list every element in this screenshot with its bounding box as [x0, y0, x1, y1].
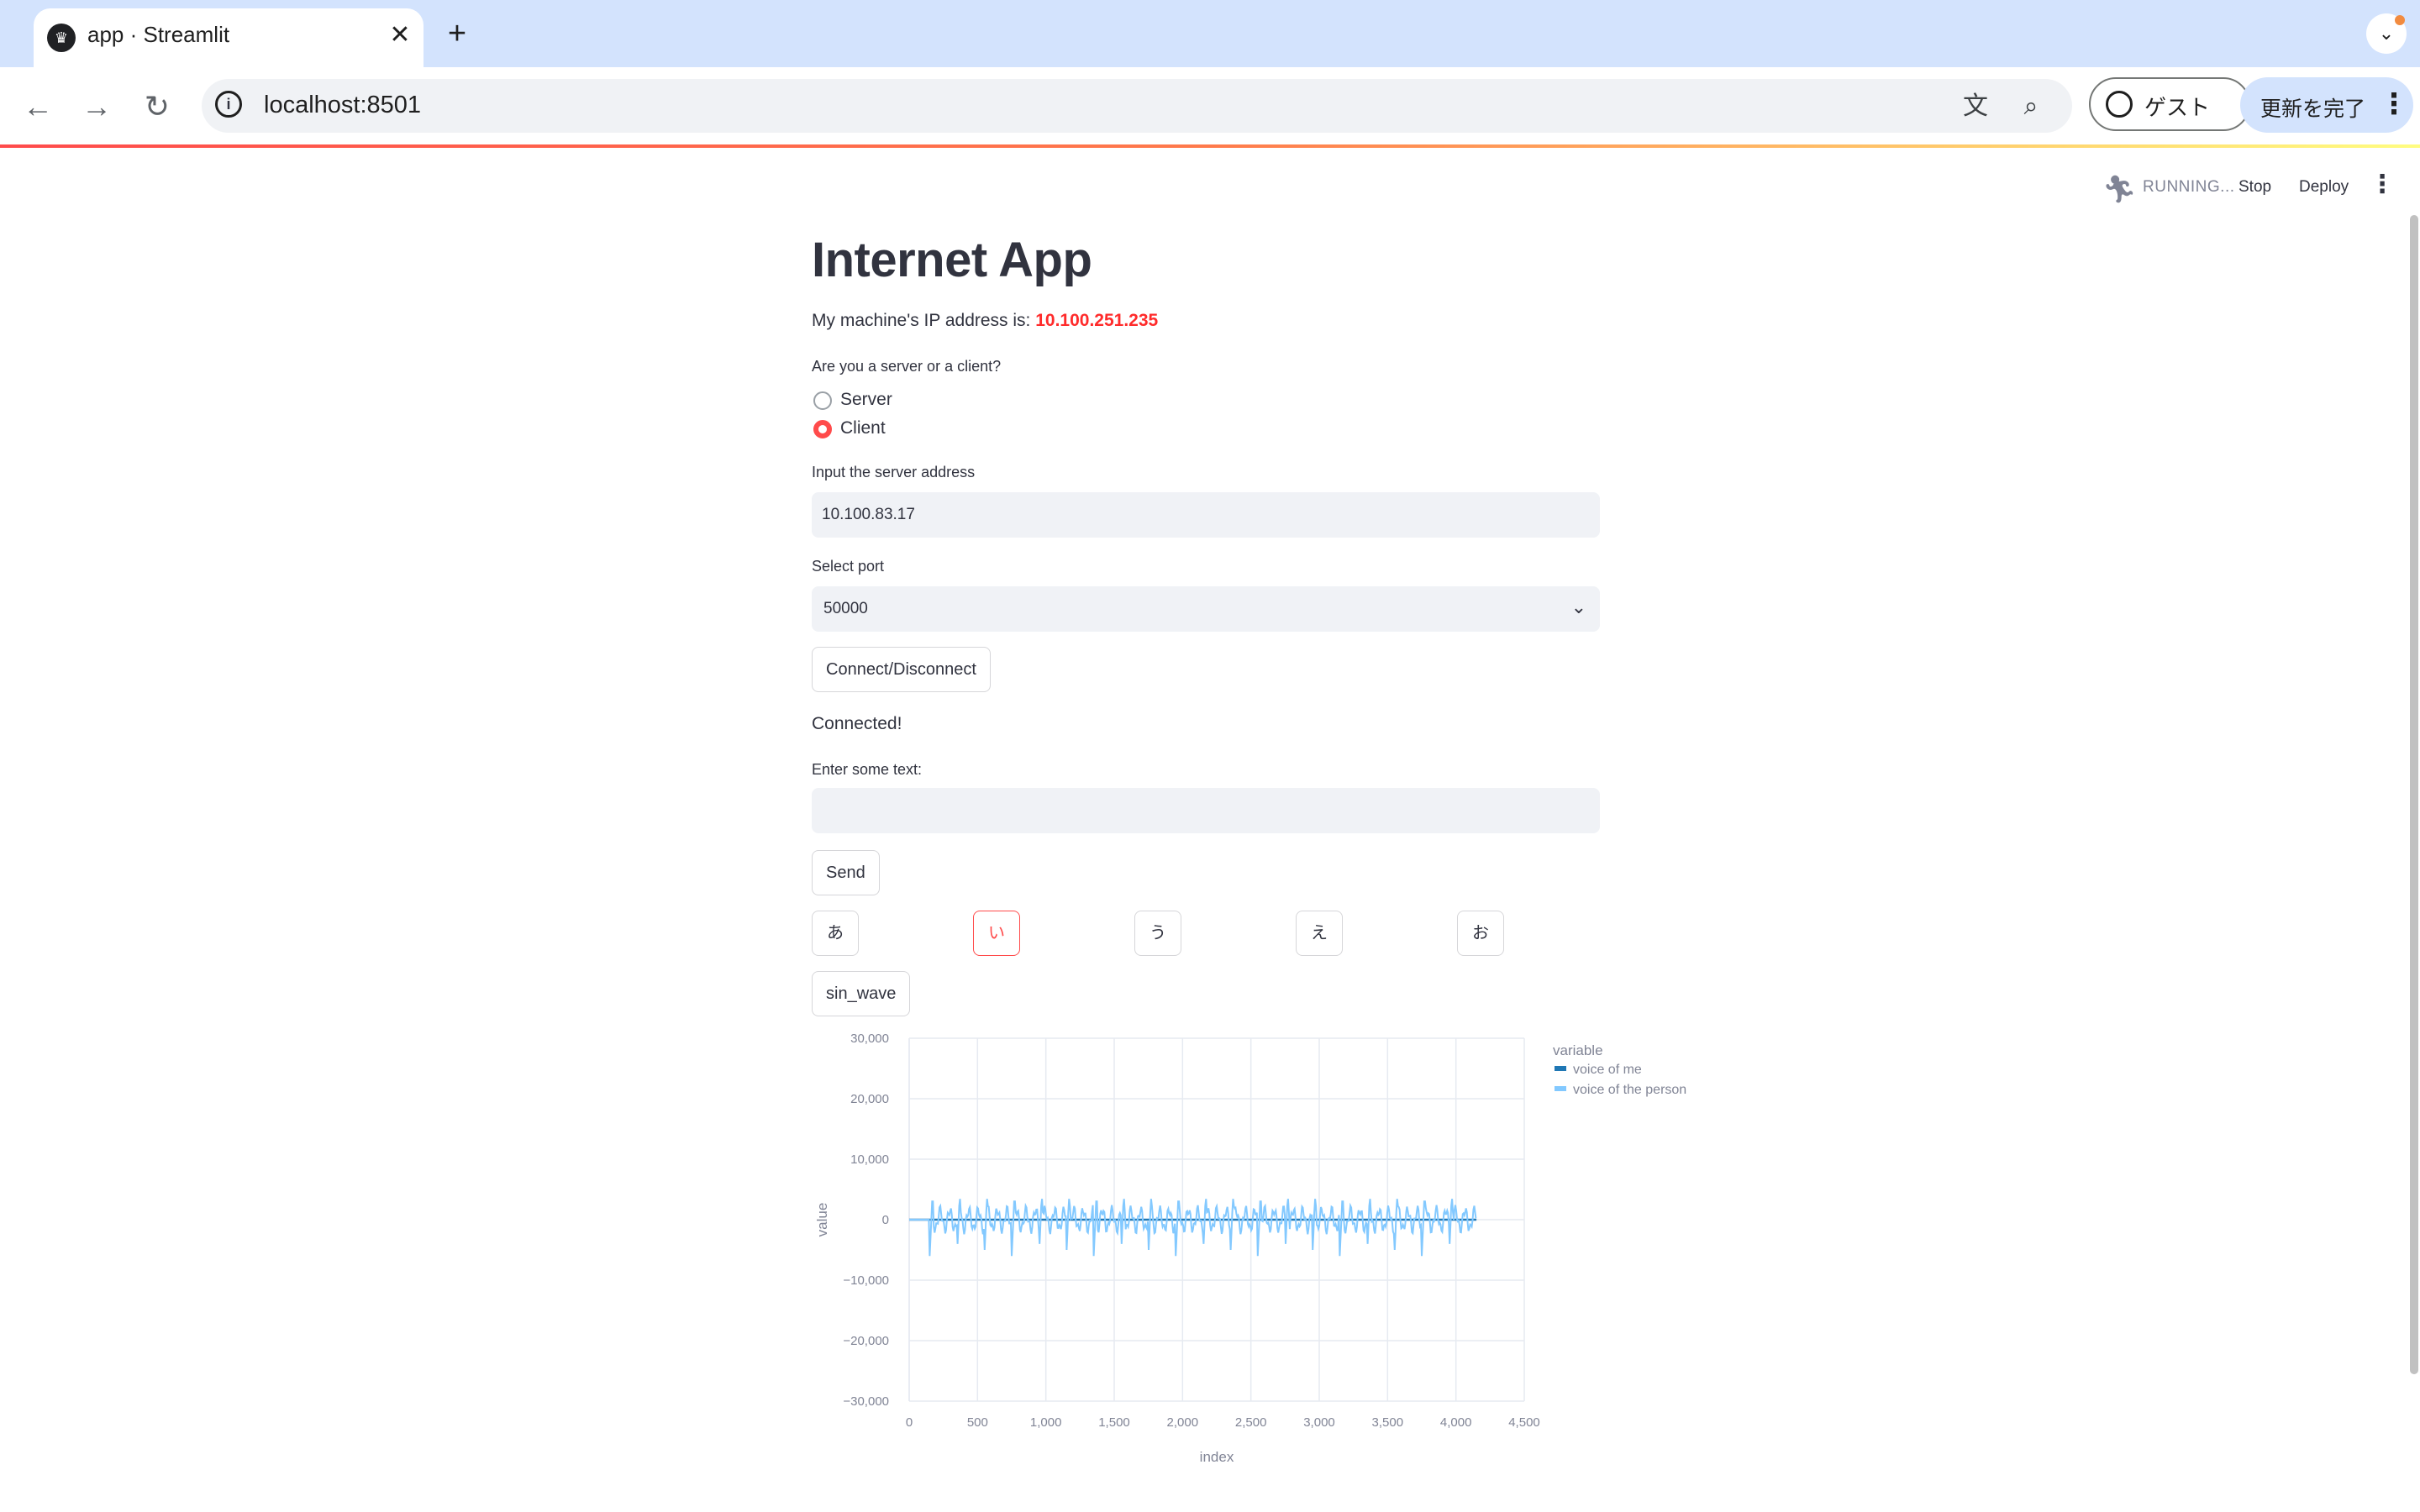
- legend-label-voice-of-the-person: voice of the person: [1573, 1083, 1686, 1097]
- update-label: 更新を完了: [2260, 97, 2366, 121]
- y-tick-label: −20,000: [843, 1334, 889, 1348]
- close-tab-icon[interactable]: ✕: [383, 18, 417, 52]
- tab-search-icon[interactable]: ⌄: [2366, 13, 2407, 54]
- guest-label: ゲスト: [2144, 95, 2211, 120]
- streamlit-header: 🏃︎ RUNNING... Stop Deploy ⋮: [0, 148, 2420, 223]
- radio-client-label[interactable]: Client: [840, 418, 886, 438]
- x-tick-label: 1,000: [1030, 1415, 1062, 1430]
- series-line-voice-of-the-person: [909, 1199, 1477, 1257]
- legend-label-voice-of-me: voice of me: [1573, 1063, 1642, 1077]
- address-url[interactable]: localhost:8501: [264, 92, 421, 119]
- x-tick-label: 0: [906, 1415, 913, 1430]
- port-label: Select port: [812, 558, 885, 575]
- reload-icon[interactable]: ↻: [136, 86, 178, 128]
- translate-icon[interactable]: 文: [1960, 91, 1991, 123]
- radio-client-circle[interactable]: [813, 420, 832, 438]
- ip-address-value: 10.100.251.235: [1035, 311, 1159, 330]
- x-tick-label: 3,000: [1303, 1415, 1335, 1430]
- new-tab-icon[interactable]: +: [437, 15, 477, 52]
- y-tick-label: 30,000: [850, 1032, 889, 1046]
- radio-server-label[interactable]: Server: [840, 390, 892, 410]
- kana-button-i[interactable]: い: [973, 911, 1020, 956]
- running-status: RUNNING...: [2143, 178, 2235, 196]
- browser-tab-strip: ♛ app · Streamlit ✕ + ⌄: [0, 0, 2420, 67]
- x-tick-label: 2,000: [1167, 1415, 1199, 1430]
- profile-guest-button[interactable]: ゲスト: [2089, 77, 2250, 131]
- y-tick-label: −10,000: [843, 1273, 889, 1288]
- zoom-icon[interactable]: ⌕: [2015, 91, 2047, 123]
- streamlit-favicon-icon: ♛: [47, 24, 76, 52]
- sin-wave-button[interactable]: sin_wave: [812, 971, 911, 1016]
- stop-button[interactable]: Stop: [2238, 178, 2271, 197]
- y-tick-label: 20,000: [850, 1092, 889, 1106]
- send-button[interactable]: Send: [812, 850, 880, 895]
- back-arrow-icon[interactable]: ←: [17, 86, 59, 128]
- port-select[interactable]: 50000 ⌄: [812, 586, 1600, 632]
- x-tick-label: 1,500: [1098, 1415, 1130, 1430]
- legend-swatch-voice-of-me: [1555, 1066, 1566, 1071]
- legend-title: variable: [1553, 1042, 1603, 1058]
- y-tick-label: −30,000: [843, 1394, 889, 1409]
- waveform-chart[interactable]: 0 500 1,000 1,500 2,000 2,500 3,000 3,500 4,000 4…: [812, 1030, 1736, 1467]
- running-man-icon: 🏃︎: [2102, 174, 2137, 204]
- profile-avatar-icon: [2106, 91, 2133, 118]
- connection-status: Connected!: [812, 714, 902, 733]
- ip-prefix: My machine's IP address is:: [812, 311, 1036, 330]
- message-input[interactable]: [812, 788, 1600, 833]
- browser-tab[interactable]: ♛ app · Streamlit ✕: [34, 8, 424, 67]
- kana-button-e[interactable]: え: [1296, 911, 1343, 956]
- page-title: Internet App: [812, 233, 1092, 287]
- kana-button-a[interactable]: あ: [812, 911, 859, 956]
- x-tick-label: 4,000: [1440, 1415, 1472, 1430]
- x-tick-label: 500: [967, 1415, 988, 1430]
- forward-arrow-icon[interactable]: →: [76, 86, 118, 128]
- kana-button-u[interactable]: う: [1134, 911, 1181, 956]
- radio-server-circle[interactable]: [813, 391, 832, 410]
- browser-menu-icon[interactable]: ⋮: [2380, 87, 2408, 121]
- tab-title: app · Streamlit: [87, 22, 230, 47]
- x-tick-label: 2,500: [1235, 1415, 1267, 1430]
- main-menu-icon[interactable]: ⋮: [2370, 170, 2395, 199]
- deploy-button[interactable]: Deploy: [2299, 178, 2349, 197]
- server-address-label: Input the server address: [812, 464, 976, 480]
- kana-button-o[interactable]: お: [1457, 911, 1504, 956]
- y-tick-label: 0: [882, 1213, 889, 1227]
- y-axis-label: value: [814, 1203, 830, 1237]
- notification-dot: [2395, 15, 2405, 25]
- page-scrollbar[interactable]: [2410, 215, 2418, 1374]
- role-label: Are you a server or a client?: [812, 358, 1002, 375]
- address-bar[interactable]: i localhost:8501 文 ⌕: [202, 79, 2072, 133]
- site-info-icon[interactable]: i: [215, 91, 242, 118]
- server-address-input[interactable]: [812, 492, 1600, 538]
- x-tick-label: 4,500: [1508, 1415, 1540, 1430]
- port-select-value: 50000: [823, 600, 868, 617]
- x-tick-label: 3,500: [1372, 1415, 1404, 1430]
- legend-swatch-voice-of-the-person: [1555, 1086, 1566, 1091]
- chevron-down-icon[interactable]: ⌄: [1571, 596, 1586, 618]
- y-tick-label: 10,000: [850, 1152, 889, 1167]
- text-input-label: Enter some text:: [812, 761, 923, 778]
- finish-update-button[interactable]: 更新を完了 ⋮: [2240, 77, 2413, 133]
- x-axis-label: index: [1200, 1449, 1234, 1465]
- browser-toolbar: ← → ↻ i localhost:8501 文 ⌕ ゲスト 更新を完了 ⋮: [0, 67, 2420, 146]
- chart-svg[interactable]: 0 500 1,000 1,500 2,000 2,500 3,000 3,500 4,000 4…: [812, 1030, 1736, 1467]
- ip-address-line: My machine's IP address is: 10.100.251.2…: [812, 311, 1158, 331]
- connect-disconnect-button[interactable]: Connect/Disconnect: [812, 647, 991, 692]
